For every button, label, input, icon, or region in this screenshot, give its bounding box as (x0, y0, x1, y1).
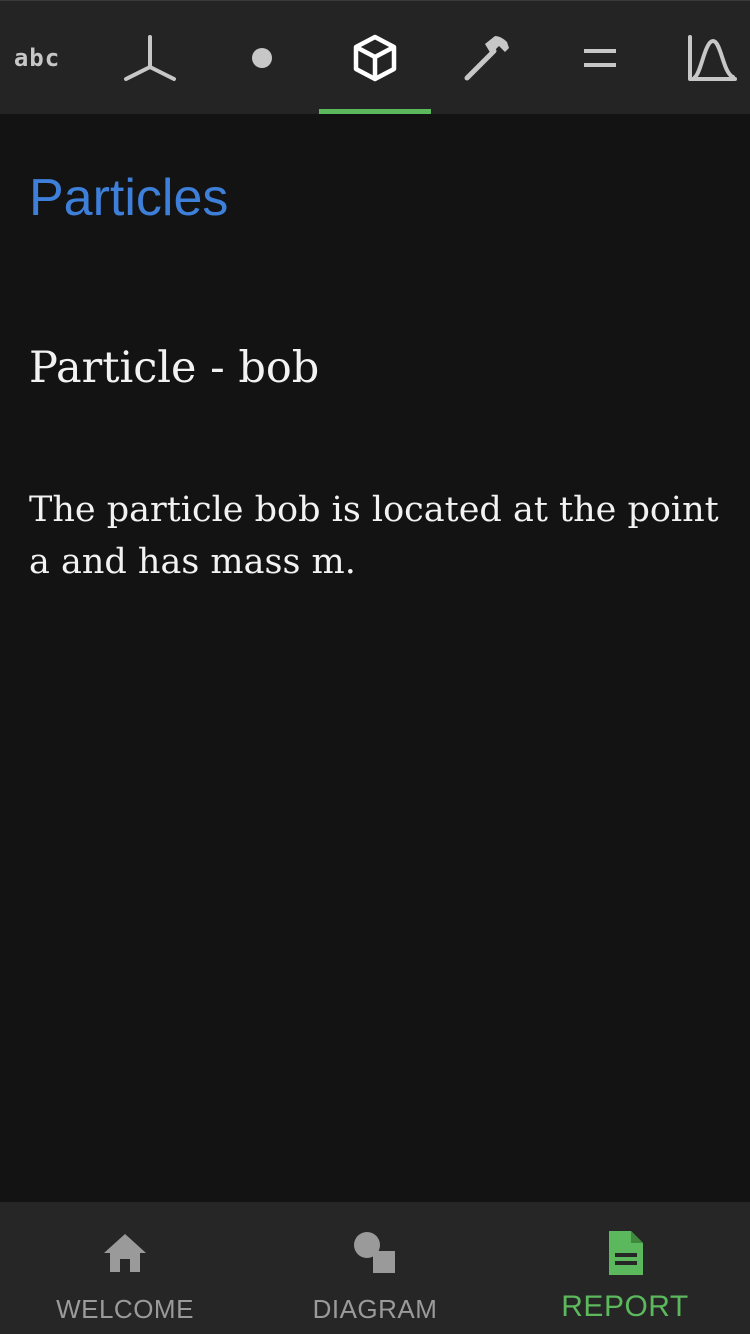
cube-icon (353, 34, 397, 81)
nav-report-label: REPORT (561, 1290, 689, 1323)
nav-diagram[interactable]: DIAGRAM (250, 1202, 500, 1334)
top-toolbar: abc (0, 0, 750, 114)
tab-particle[interactable] (319, 1, 431, 114)
home-icon (100, 1228, 150, 1278)
hammer-icon (464, 35, 509, 80)
document-icon (600, 1228, 650, 1278)
tab-text[interactable]: abc (0, 1, 93, 114)
section-title: Particles (29, 169, 229, 227)
report-content: Particles Particle - bob The particle bo… (0, 114, 750, 1202)
equals-icon (584, 48, 616, 67)
curve-graph-icon (688, 34, 737, 81)
nav-report[interactable]: REPORT (500, 1202, 750, 1334)
tab-tools[interactable] (431, 1, 543, 114)
tab-axes[interactable] (94, 1, 206, 114)
axes-icon (124, 34, 176, 81)
nav-welcome-label: WELCOME (56, 1294, 194, 1324)
particle-title: Particle - bob (29, 343, 320, 393)
nav-diagram-label: DIAGRAM (312, 1294, 438, 1324)
tab-point[interactable] (206, 1, 318, 114)
nav-welcome[interactable]: WELCOME (0, 1202, 250, 1334)
shapes-icon (350, 1228, 400, 1278)
bottom-navigation: WELCOME DIAGRAM REPORT (0, 1202, 750, 1334)
abc-text-icon: abc (13, 43, 61, 72)
tab-equations[interactable] (544, 1, 656, 114)
particle-description: The particle bob is located at the point… (29, 490, 719, 582)
tab-graph[interactable] (656, 1, 750, 114)
point-icon (252, 47, 272, 68)
